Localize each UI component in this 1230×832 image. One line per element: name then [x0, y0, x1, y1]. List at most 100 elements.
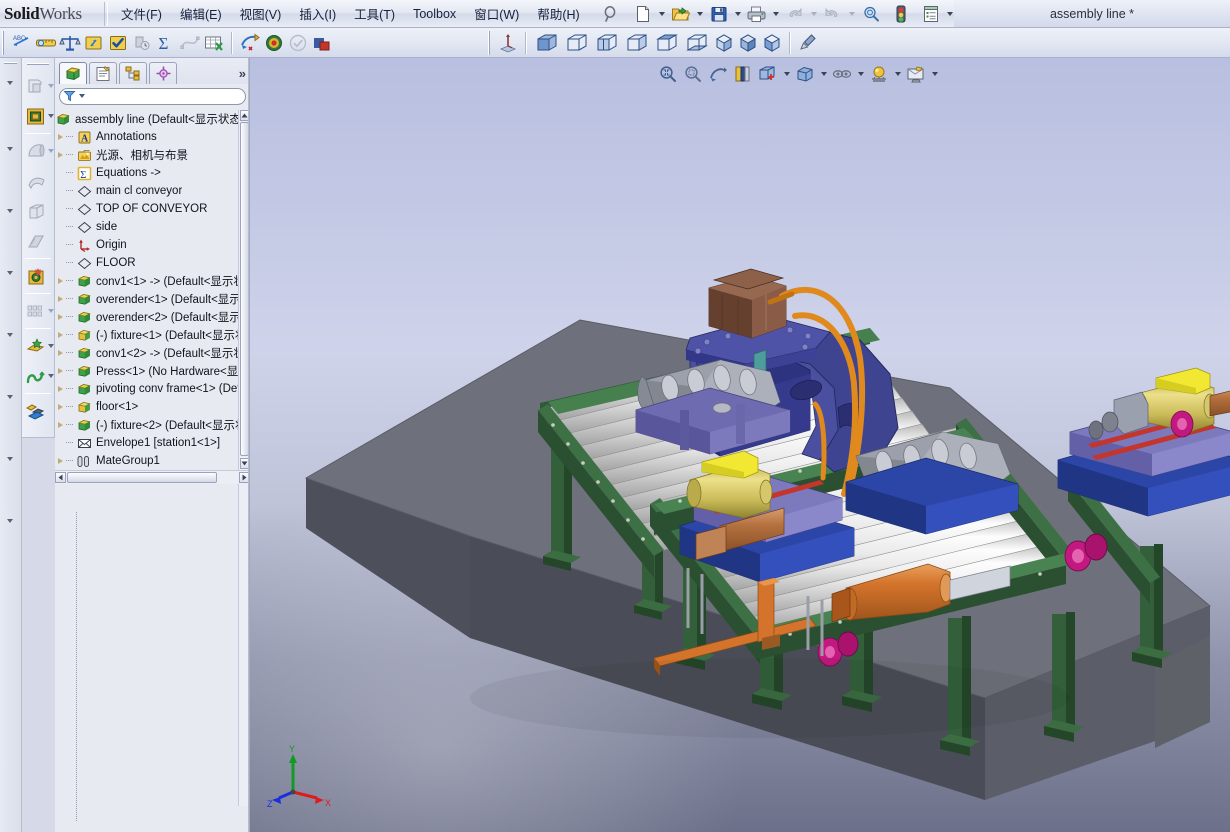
feature-tree-hscrollbar[interactable] [55, 470, 250, 484]
left-rail-chevron-6[interactable] [0, 384, 20, 410]
save-dropdown[interactable] [732, 2, 744, 26]
tab-property-manager[interactable] [89, 62, 117, 84]
tree-item-envelope1[interactable]: Envelope1 [station1<1>] [55, 434, 250, 452]
standard-view-bottom-icon[interactable] [682, 31, 712, 55]
display-style-dropdown[interactable] [818, 62, 829, 86]
standard-view-left-icon[interactable] [592, 31, 622, 55]
tab-configuration-manager[interactable] [119, 62, 147, 84]
design-table-icon[interactable] [202, 31, 226, 55]
menu-edit[interactable]: 编辑(E) [171, 0, 231, 27]
move-component-icon[interactable] [82, 31, 106, 55]
tree-item-assembly-line[interactable]: assembly line (Default<显示状态- [55, 110, 250, 128]
tree-item-top-of-conveyor[interactable]: TOP OF CONVEYOR [55, 200, 250, 218]
mass-properties-icon[interactable] [58, 31, 82, 55]
save-icon[interactable] [707, 2, 731, 26]
new-document-icon[interactable] [631, 2, 655, 26]
left-rail-chevron-2[interactable] [0, 136, 20, 162]
tree-expander-icon[interactable] [55, 362, 66, 380]
zoom-to-fit-icon[interactable] [656, 62, 680, 86]
menu-tools[interactable]: 工具(T) [345, 0, 404, 27]
reference-geometry-icon[interactable] [496, 31, 520, 55]
tree-item-pivoting-conv-frame-1[interactable]: pivoting conv frame<1> (Defau [55, 380, 250, 398]
menu-view[interactable]: 视图(V) [231, 0, 291, 27]
isometric-view-icon[interactable] [712, 31, 736, 55]
dimetric-view-icon[interactable] [760, 31, 784, 55]
left-rail-grip[interactable] [4, 61, 17, 68]
edit-component-dropdown[interactable] [48, 114, 54, 118]
hide-show-items-icon[interactable] [830, 62, 854, 86]
revolve-dropdown[interactable] [48, 149, 54, 153]
view-settings-icon[interactable] [904, 62, 928, 86]
left-rail-chevron-1[interactable] [0, 70, 20, 96]
equations-icon[interactable]: Σ [154, 31, 178, 55]
tree-item-conv1-2[interactable]: conv1<2> -> (Default<显示状 [55, 344, 250, 362]
hole-wizard-icon[interactable] [238, 31, 262, 55]
tree-item-fixture-2[interactable]: (-) fixture<2> (Default<显示状 [55, 416, 250, 434]
smart-fasteners-icon[interactable] [24, 264, 48, 288]
tree-expander-icon[interactable] [55, 146, 66, 164]
section-view-icon[interactable] [731, 62, 755, 86]
curves-dropdown[interactable] [48, 374, 54, 378]
tree-item-press-1[interactable]: Press<1> (No Hardware<显示 [55, 362, 250, 380]
curves-icon[interactable] [24, 364, 47, 388]
tree-item-origin[interactable]: Origin [55, 236, 250, 254]
tree-expander-icon[interactable] [55, 380, 66, 398]
print-dropdown[interactable] [770, 2, 782, 26]
appearance-paint-icon[interactable] [796, 31, 820, 55]
left-rail-chevron-7[interactable] [0, 446, 20, 472]
filter-dropdown-caret[interactable] [79, 94, 85, 98]
tree-item-floor-plane[interactable]: FLOOR [55, 254, 250, 272]
left-rail-chevron-4[interactable] [0, 260, 20, 286]
view-settings-dropdown[interactable] [929, 62, 940, 86]
tab-display-manager[interactable] [149, 62, 177, 84]
tree-item-floor-1[interactable]: floor<1> [55, 398, 250, 416]
hscroll-left-arrow[interactable] [55, 472, 66, 483]
menu-toolbox[interactable]: Toolbox [404, 3, 465, 25]
standard-view-right-icon[interactable] [622, 31, 652, 55]
insert-component-dropdown[interactable] [48, 84, 54, 88]
tree-item-main-cl-conveyor[interactable]: main cl conveyor [55, 182, 250, 200]
open-document-dropdown[interactable] [694, 2, 706, 26]
menu-file[interactable]: 文件(F) [112, 0, 171, 27]
edit-component-icon[interactable] [24, 104, 47, 128]
standard-view-top-icon[interactable] [652, 31, 682, 55]
open-folder-icon[interactable] [669, 2, 693, 26]
tree-item-lights-cameras-scene[interactable]: 光源、相机与布景 [55, 146, 250, 164]
tree-item-overender-2[interactable]: overender<2> (Default<显示* [55, 308, 250, 326]
measure-icon[interactable] [34, 31, 58, 55]
hscroll-thumb[interactable] [67, 472, 217, 483]
search-icon[interactable] [599, 2, 623, 26]
tree-expander-icon[interactable] [55, 290, 66, 308]
reference-geometry-dropdown[interactable] [48, 344, 54, 348]
reference-geometry-icon[interactable] [24, 334, 47, 358]
graphics-viewport[interactable]: Y X Z [250, 58, 1230, 832]
appearance-icon[interactable] [262, 31, 286, 55]
toolbar-grip[interactable] [1, 30, 8, 55]
tree-item-conv1-1[interactable]: conv1<1> -> (Default<显示状 [55, 272, 250, 290]
menu-help[interactable]: 帮助(H) [528, 0, 588, 27]
tree-expander-icon[interactable] [55, 272, 66, 290]
view-orientation-icon[interactable] [756, 62, 780, 86]
traffic-light-icon[interactable] [889, 2, 913, 26]
tree-expander-icon[interactable] [55, 326, 66, 344]
linear-pattern-dropdown[interactable] [48, 309, 54, 313]
view-toolbar-grip[interactable] [487, 31, 494, 55]
menu-insert[interactable]: 插入(I) [290, 0, 345, 27]
left-command-grip[interactable] [27, 62, 49, 68]
standard-view-front-icon[interactable] [532, 31, 562, 55]
zoom-select-icon[interactable] [859, 2, 883, 26]
tree-item-mategroup1[interactable]: MateGroup1 [55, 452, 250, 470]
menu-window[interactable]: 窗口(W) [465, 0, 528, 27]
exploded-view-icon[interactable] [24, 399, 48, 423]
view-orientation-dropdown[interactable] [781, 62, 792, 86]
options-icon[interactable] [919, 2, 943, 26]
feature-manager-expand-chevron[interactable]: » [239, 66, 246, 81]
tree-expander-icon[interactable] [55, 398, 66, 416]
hide-show-dropdown[interactable] [855, 62, 866, 86]
tree-expander-icon[interactable] [55, 128, 66, 146]
display-style-icon[interactable] [793, 62, 817, 86]
apply-scene-dropdown[interactable] [892, 62, 903, 86]
left-rail-chevron-3[interactable] [0, 198, 20, 224]
search-input[interactable] [59, 87, 246, 105]
smart-dimension-icon[interactable]: ABC [10, 31, 34, 55]
